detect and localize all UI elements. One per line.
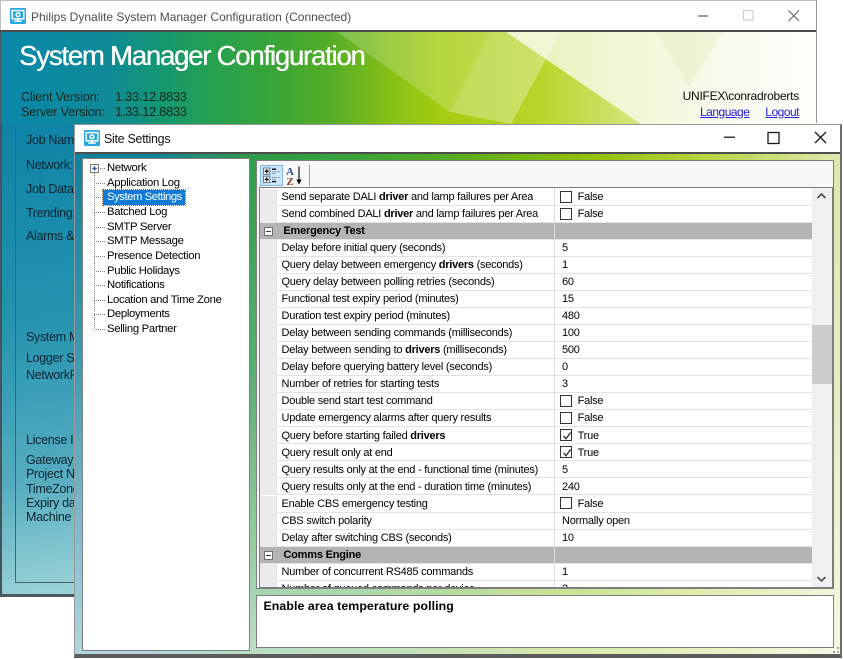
svg-text:Z: Z bbox=[286, 176, 293, 186]
